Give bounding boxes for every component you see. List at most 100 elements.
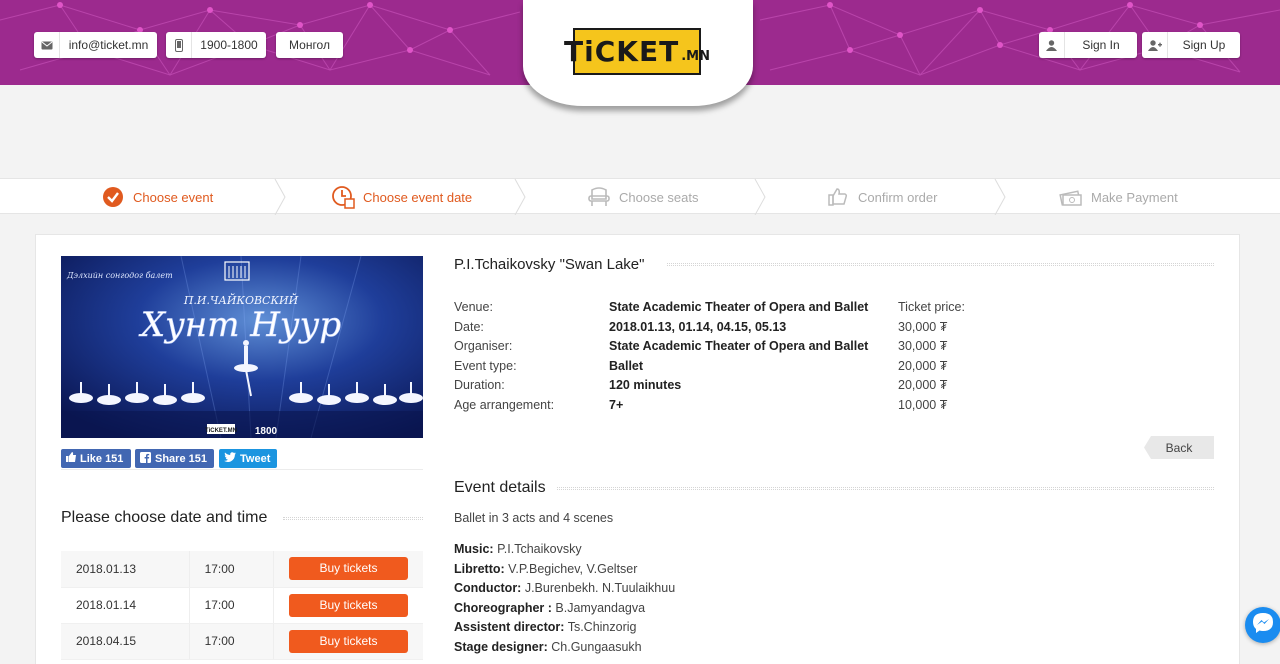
credit-item: Music: P.I.Tchaikovsky — [454, 540, 675, 560]
price-item: 30,000 ₮ — [898, 319, 948, 334]
credits-list: Music: P.I.Tchaikovsky Libretto: V.P.Beg… — [454, 540, 675, 658]
sign-up-label: Sign Up — [1182, 38, 1226, 52]
credit-name: B.Jamyandagva — [551, 600, 646, 615]
dotted-divider — [667, 263, 1214, 266]
credit-role: Choreographer : — [454, 600, 552, 615]
credit-item: Assistent director: Ts.Chinzorig — [454, 618, 675, 638]
date-cell: 2018.01.13 — [61, 551, 190, 588]
tweet-label: Tweet — [240, 452, 271, 465]
poster-title: Хунт Нуур — [138, 305, 341, 345]
sign-in-button[interactable]: Sign In — [1039, 32, 1137, 58]
credit-item: Choreographer : B.Jamyandagva — [454, 599, 675, 619]
duration-label: Duration: — [454, 378, 505, 393]
buy-tickets-button[interactable]: Buy tickets — [289, 629, 408, 653]
poster-badge: TiCKET.MN — [205, 428, 237, 434]
logo-container: TiCKET .MN — [523, 0, 753, 106]
venue-value: State Academic Theater of Opera and Ball… — [609, 300, 869, 314]
credit-name: Ch.Gungaasukh — [547, 639, 642, 654]
credit-role: Libretto: — [454, 561, 505, 576]
poster-top-text: Дэлхийн сонгодог балет — [66, 271, 173, 280]
messenger-icon — [1252, 612, 1274, 639]
user-icon — [1039, 32, 1065, 58]
facebook-icon — [140, 451, 151, 466]
dotted-divider — [283, 517, 423, 520]
checkout-steps: Choose event Choose event date Choose se… — [0, 178, 1280, 215]
time-cell: 17:00 — [189, 587, 275, 624]
clock-calendar-icon — [331, 185, 355, 209]
money-icon — [1059, 185, 1083, 209]
phone-button[interactable]: 1900-1800 — [166, 32, 266, 58]
date-cell: 2018.04.15 — [61, 623, 190, 660]
step-separator — [754, 179, 766, 215]
ticket-mn-logo[interactable]: TiCKET .MN — [564, 28, 710, 75]
step-label: Choose event — [133, 189, 214, 205]
step-confirm-order: Confirm order — [826, 179, 937, 215]
email-text: info@ticket.mn — [68, 38, 149, 52]
credit-name: Ts.Chinzorig — [564, 620, 637, 635]
messenger-chat-button[interactable] — [1245, 607, 1280, 643]
twitter-tweet-button[interactable]: Tweet — [219, 449, 277, 468]
time-cell: 17:00 — [189, 551, 275, 588]
credit-role: Stage designer: — [454, 639, 548, 654]
back-button[interactable]: Back — [1144, 436, 1214, 459]
credit-item: Libretto: V.P.Begichev, V.Geltser — [454, 560, 675, 580]
age-value: 7+ — [609, 397, 624, 412]
add-user-icon — [1142, 32, 1168, 58]
credit-item: Stage designer: Ch.Gungaasukh — [454, 638, 675, 658]
time-cell: 17:00 — [189, 623, 275, 660]
credit-name: V.P.Begichev, V.Geltser — [504, 561, 638, 576]
sign-up-button[interactable]: Sign Up — [1142, 32, 1240, 58]
facebook-like-button[interactable]: Like 151 — [61, 449, 131, 468]
organiser-value: State Academic Theater of Opera and Ball… — [609, 339, 869, 354]
step-choose-seats: Choose seats — [587, 179, 699, 215]
language-button[interactable]: Монгол — [276, 32, 343, 58]
dotted-divider — [557, 487, 1214, 490]
step-choose-event[interactable]: Choose event — [101, 179, 213, 215]
step-choose-event-date[interactable]: Choose event date — [331, 179, 472, 215]
step-make-payment: Make Payment — [1059, 179, 1178, 215]
date-value: 2018.01.13, 01.14, 04.15, 05.13 — [609, 319, 787, 334]
table-row: 2018.01.13 17:00 Buy tickets — [61, 551, 423, 588]
logo-suffix: .MN — [681, 49, 710, 64]
like-label: Like 151 — [80, 452, 124, 465]
mobile-phone-icon — [166, 32, 192, 58]
date-cell: 2018.01.14 — [61, 587, 190, 624]
email-button[interactable]: info@ticket.mn — [34, 32, 157, 58]
duration-value: 120 minutes — [609, 378, 682, 393]
credit-role: Assistent director: — [454, 620, 565, 635]
thumbs-up-icon — [66, 452, 76, 465]
step-label: Confirm order — [858, 189, 938, 205]
credit-name: P.I.Tchaikovsky — [493, 542, 582, 556]
venue-label: Venue: — [454, 300, 493, 314]
step-separator — [514, 179, 526, 215]
logo-text: TiCKET — [564, 35, 680, 68]
buy-tickets-button[interactable]: Buy tickets — [289, 593, 408, 617]
seat-icon — [587, 185, 611, 209]
share-label: Share 151 — [155, 452, 207, 465]
table-row: 2018.01.14 17:00 Buy tickets — [61, 587, 423, 624]
thumbs-up-icon — [826, 185, 850, 209]
age-label: Age arrangement: — [454, 397, 555, 412]
date-label: Date: — [454, 319, 484, 334]
credit-name: J.Burenbekh. N.Tuulaikhuu — [521, 581, 676, 596]
check-circle-icon — [101, 185, 125, 209]
action-cell: Buy tickets — [273, 623, 423, 660]
buy-tickets-button[interactable]: Buy tickets — [289, 557, 408, 581]
event-details-title: Event details — [454, 479, 546, 496]
credit-role: Conductor: — [454, 581, 522, 596]
info-values: State Academic Theater of Opera and Ball… — [609, 298, 868, 416]
table-row: 2018.04.15 17:00 Buy tickets — [61, 623, 423, 660]
envelope-icon — [34, 32, 60, 58]
event-poster: Дэлхийн сонгодог балет П.И.ЧАЙКОВСКИЙ Ху… — [61, 256, 423, 438]
organiser-label: Organiser: — [454, 339, 513, 354]
step-separator — [994, 179, 1006, 215]
event-description: Ballet in 3 acts and 4 scenes — [454, 511, 614, 525]
event-title: P.I.Tchaikovsky "Swan Lake" — [454, 256, 645, 273]
facebook-share-button[interactable]: Share 151 — [135, 449, 214, 468]
price-item: 30,000 ₮ — [898, 339, 948, 354]
credit-item: Conductor: J.Burenbekh. N.Tuulaikhuu — [454, 579, 675, 599]
step-label: Choose seats — [619, 189, 699, 205]
date-time-table: 2018.01.13 17:00 Buy tickets 2018.01.14 … — [61, 551, 423, 660]
divider — [61, 469, 423, 470]
action-cell: Buy tickets — [273, 551, 423, 588]
